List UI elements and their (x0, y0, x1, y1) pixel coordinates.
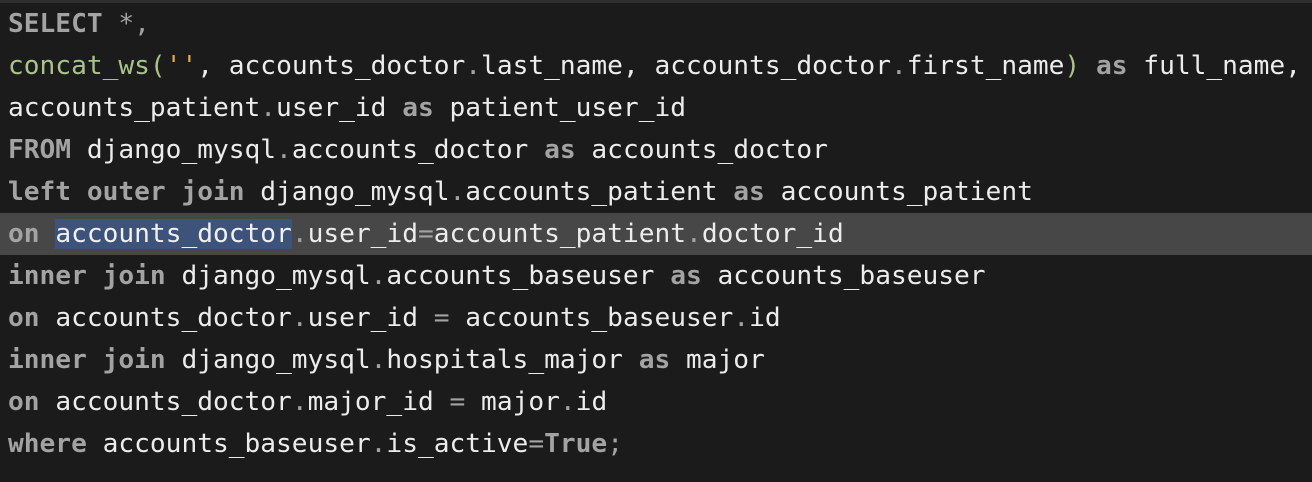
sql-keyword: as (733, 177, 765, 207)
identifier: accounts_baseuser (701, 261, 986, 291)
sql-keyword: as (638, 345, 671, 375)
identifier: accounts_patient (433, 219, 687, 249)
identifier: accounts_doctor (39, 387, 292, 417)
punctuation: *, (118, 9, 150, 39)
code-line[interactable]: on accounts_doctor.major_id = major.id (0, 381, 1312, 423)
identifier: , accounts_doctor (197, 51, 466, 81)
identifier: id (749, 303, 781, 333)
code-line[interactable]: on accounts_doctor.user_id = accounts_ba… (0, 297, 1312, 339)
string-literal: '' (165, 51, 198, 81)
code-editor[interactable]: SELECT *, concat_ws('', accounts_doctor.… (0, 0, 1312, 482)
sql-keyword: where (8, 429, 87, 459)
identifier: full_name, (1127, 51, 1301, 81)
sql-keyword: FROM (8, 135, 72, 165)
sql-keyword: on (8, 303, 40, 333)
function-token: ) (1064, 51, 1081, 81)
identifier (1080, 51, 1096, 81)
punctuation: . (370, 345, 387, 375)
code-line[interactable]: SELECT *, (0, 3, 1312, 45)
identifier: hospitals_major (386, 345, 639, 375)
sql-keyword: on (8, 219, 40, 249)
identifier: django_mysql (165, 345, 371, 375)
sql-keyword: inner join (8, 345, 166, 375)
identifier: user_id (276, 93, 403, 123)
punctuation: . (291, 387, 308, 417)
punctuation: . (370, 261, 387, 291)
code-line[interactable]: concat_ws('', accounts_doctor.last_name,… (0, 45, 1312, 87)
identifier: major_id (307, 387, 450, 417)
punctuation: = (449, 387, 466, 417)
punctuation: . (449, 177, 466, 207)
sql-keyword: SELECT (8, 9, 103, 39)
selected-text: accounts_doctor (55, 219, 292, 249)
identifier: id (575, 387, 608, 417)
code-line[interactable]: inner join django_mysql.hospitals_major … (0, 339, 1312, 381)
code-line[interactable]: left outer join django_mysql.accounts_pa… (0, 171, 1312, 213)
identifier: django_mysql (71, 135, 277, 165)
identifier: patient_user_id (433, 93, 687, 123)
code-line[interactable]: accounts_patient.user_id as patient_user… (0, 87, 1312, 129)
sql-keyword: on (8, 387, 40, 417)
sql-keyword: as (1095, 51, 1128, 81)
identifier: first_name (906, 51, 1065, 81)
punctuation: . (465, 51, 482, 81)
identifier: accounts_baseuser (449, 303, 734, 333)
code-line[interactable]: where accounts_baseuser.is_active=True; (0, 423, 1312, 465)
sql-keyword: True (544, 429, 608, 459)
code-line[interactable]: FROM django_mysql.accounts_doctor as acc… (0, 129, 1312, 171)
punctuation: = (528, 429, 545, 459)
identifier: accounts_doctor (39, 303, 292, 333)
identifier: accounts_patient (465, 177, 734, 207)
identifier: user_id (307, 219, 418, 249)
function-token: ( (149, 51, 166, 81)
identifier (103, 9, 119, 39)
sql-keyword: left outer join (8, 177, 245, 207)
identifier: accounts_patient (8, 93, 261, 123)
punctuation: . (559, 387, 576, 417)
punctuation: = (417, 219, 434, 249)
identifier: django_mysql (165, 261, 371, 291)
sql-keyword: inner join (8, 261, 166, 291)
sql-keyword: as (402, 93, 434, 123)
identifier: major (670, 345, 765, 375)
identifier: accounts_baseuser (86, 429, 371, 459)
identifier: major (465, 387, 560, 417)
punctuation: . (276, 135, 292, 165)
identifier: django_mysql (244, 177, 450, 207)
sql-keyword: as (544, 135, 576, 165)
identifier: user_id (307, 303, 434, 333)
identifier: accounts_baseuser (386, 261, 671, 291)
identifier: accounts_patient (764, 177, 1033, 207)
function-token: concat_ws (8, 51, 150, 81)
identifier (40, 219, 56, 249)
identifier: last_name, accounts_doctor (481, 51, 891, 81)
punctuation: . (733, 303, 750, 333)
identifier: is_active (386, 429, 529, 459)
punctuation: . (370, 429, 387, 459)
punctuation: . (686, 219, 702, 249)
current-code-line[interactable]: on accounts_doctor.user_id=accounts_pati… (0, 213, 1312, 255)
sql-keyword: as (670, 261, 702, 291)
identifier: accounts_doctor (291, 135, 545, 165)
punctuation: ; (607, 429, 623, 459)
punctuation: . (291, 303, 308, 333)
punctuation: = (433, 303, 450, 333)
code-line[interactable]: inner join django_mysql.accounts_baseuse… (0, 255, 1312, 297)
identifier: accounts_doctor (575, 135, 828, 165)
punctuation: . (291, 219, 308, 249)
identifier: doctor_id (701, 219, 844, 249)
punctuation: . (260, 93, 277, 123)
punctuation: . (890, 51, 907, 81)
